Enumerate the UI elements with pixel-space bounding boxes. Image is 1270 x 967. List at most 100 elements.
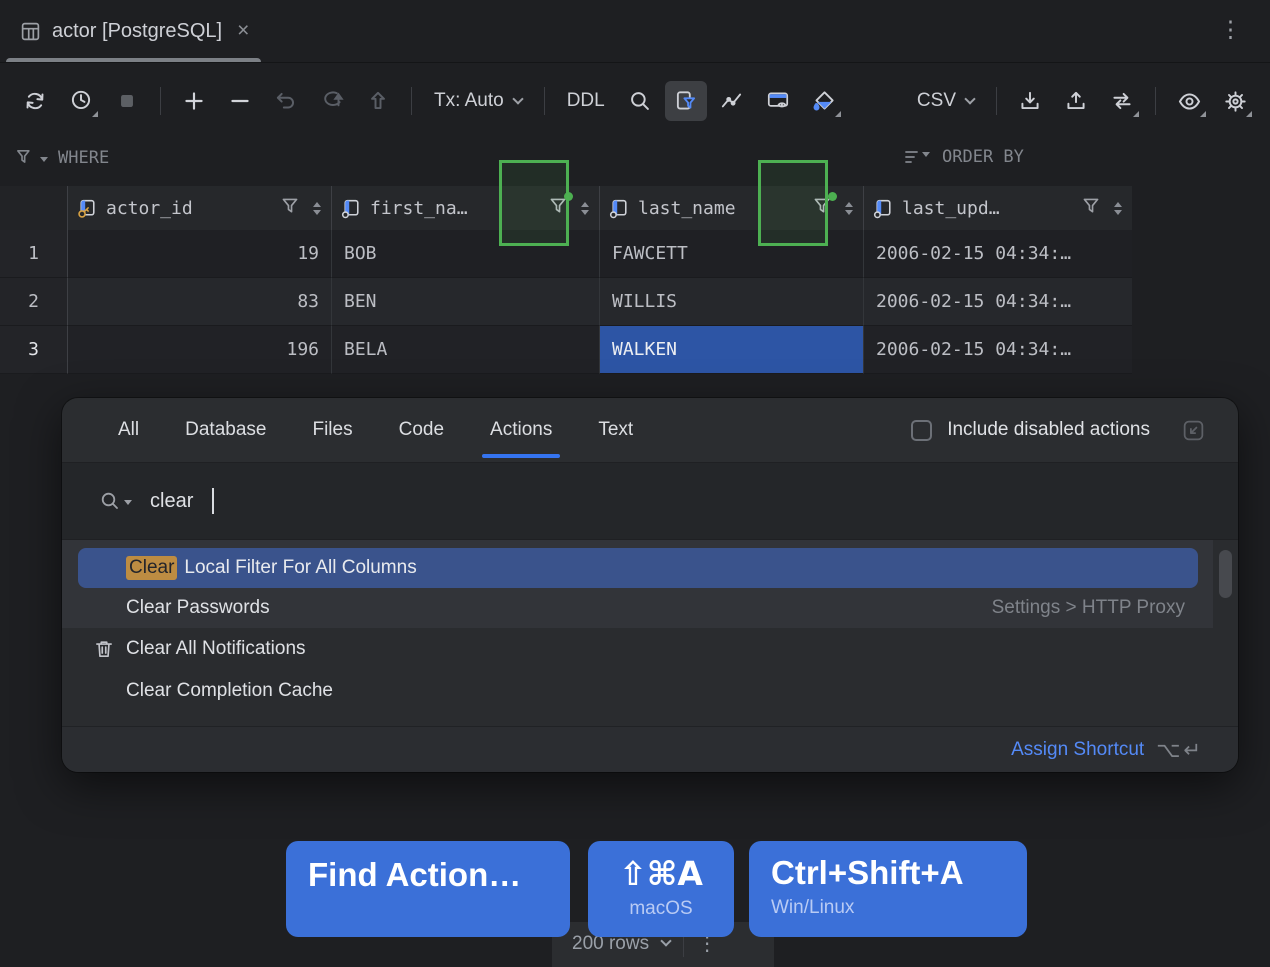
delete-row-button[interactable]: [219, 81, 261, 121]
cell-last-name-selected[interactable]: WALKEN: [600, 326, 864, 374]
text-caret: [212, 488, 214, 514]
sort-down-icon: [1114, 210, 1122, 215]
result-item[interactable]: Clear Passwords Settings > HTTP Proxy: [62, 588, 1213, 628]
tab-label: Files: [312, 419, 352, 441]
mac-shortcut-badge: ⇧⌘A macOS: [588, 841, 734, 937]
window-menu-kebab-icon[interactable]: ⋮: [1219, 16, 1242, 43]
tab-actions-active[interactable]: Actions: [490, 398, 552, 462]
search-with-history-icon: [98, 489, 132, 513]
action-search-input[interactable]: clear: [62, 462, 1238, 539]
tab-all[interactable]: All: [118, 398, 139, 462]
download-icon: [1017, 88, 1043, 114]
cell-last-name[interactable]: WILLIS: [600, 278, 864, 326]
sort-lines-icon: [903, 147, 930, 167]
filter-icon: [14, 147, 36, 169]
where-filter-field[interactable]: WHERE: [14, 147, 109, 169]
clock-history-icon: [68, 88, 94, 114]
color-settings-button[interactable]: [803, 81, 845, 121]
toolbar-divider: [544, 87, 545, 115]
grid-corner-cell[interactable]: [0, 186, 68, 230]
add-row-button[interactable]: [173, 81, 215, 121]
tab-code[interactable]: Code: [399, 398, 444, 462]
revert-changes-button[interactable]: [265, 81, 307, 121]
primary-key-column-icon: [76, 197, 99, 220]
sort-toggle[interactable]: [1114, 202, 1122, 215]
where-label: WHERE: [58, 148, 109, 168]
editor-tab-bar: actor [PostgreSQL] × ⋮: [0, 0, 1270, 63]
cell-last-update[interactable]: 2006-02-15 04:34:…: [864, 278, 1132, 326]
toolbar-divider: [996, 87, 997, 115]
row-number[interactable]: 2: [0, 278, 68, 326]
query-history-button[interactable]: [60, 81, 102, 121]
stop-button[interactable]: [106, 81, 148, 121]
sort-toggle[interactable]: [845, 202, 853, 215]
search-input-value: clear: [150, 490, 193, 513]
annotation-box-first-name-filter: [499, 160, 569, 246]
import-data-button[interactable]: [1055, 81, 1097, 121]
gear-icon: [1222, 88, 1249, 115]
cell-actor-id[interactable]: 83: [68, 278, 332, 326]
export-data-button[interactable]: [1009, 81, 1051, 121]
cell-last-update[interactable]: 2006-02-15 04:34:…: [864, 326, 1132, 374]
result-label: Clear Completion Cache: [126, 680, 333, 702]
sort-toggle[interactable]: [581, 202, 589, 215]
order-by-field[interactable]: ORDER BY: [903, 147, 1024, 167]
cell-last-update[interactable]: 2006-02-15 04:34:…: [864, 230, 1132, 278]
commit-arrow-icon: [319, 88, 345, 114]
tab-close-icon[interactable]: ×: [237, 19, 249, 43]
statistics-button[interactable]: [711, 81, 753, 121]
sort-down-icon: [581, 210, 589, 215]
view-mode-button[interactable]: [1168, 81, 1210, 121]
column-name: last_upd…: [902, 198, 1000, 219]
cell-first-name[interactable]: BEN: [332, 278, 600, 326]
column-header-actor-id[interactable]: actor_id: [68, 186, 332, 230]
chevron-down-icon: [40, 157, 48, 162]
ddl-label: DDL: [567, 90, 605, 112]
tab-title: actor [PostgreSQL]: [52, 20, 222, 43]
export-format-label: CSV: [917, 90, 956, 112]
table-row: 2 83 BEN WILLIS 2006-02-15 04:34:…: [0, 278, 1132, 326]
column-header-last-update[interactable]: last_upd…: [864, 186, 1132, 230]
row-number[interactable]: 3: [0, 326, 68, 374]
column-name: last_name: [638, 198, 736, 219]
cell-actor-id[interactable]: 19: [68, 230, 332, 278]
cell-actor-id[interactable]: 196: [68, 326, 332, 374]
result-item[interactable]: Clear All Notifications: [62, 628, 1238, 670]
tab-actor-postgresql[interactable]: actor [PostgreSQL] ×: [0, 0, 267, 62]
submit-button[interactable]: [357, 81, 399, 121]
compare-button[interactable]: [1101, 81, 1143, 121]
column-filter-icon[interactable]: [279, 195, 301, 222]
sort-up-icon: [1114, 202, 1122, 207]
result-label: Clear All Notifications: [126, 638, 306, 660]
sort-toggle[interactable]: [313, 202, 321, 215]
tab-database[interactable]: Database: [185, 398, 266, 462]
view-options-button[interactable]: [757, 81, 799, 121]
cell-first-name[interactable]: BELA: [332, 326, 600, 374]
mac-shortcut-label: macOS: [588, 898, 734, 920]
result-item-selected[interactable]: Clear Local Filter For All Columns: [78, 548, 1198, 588]
settings-button[interactable]: [1214, 81, 1256, 121]
tab-files[interactable]: Files: [312, 398, 352, 462]
tx-mode-dropdown[interactable]: Tx: Auto: [424, 90, 532, 112]
result-item[interactable]: Clear Completion Cache: [62, 670, 1238, 712]
export-format-dropdown[interactable]: CSV: [907, 90, 984, 112]
row-number[interactable]: 1: [0, 230, 68, 278]
win-shortcut-keys: Ctrl+Shift+A: [771, 854, 1027, 892]
chevron-down-icon: [922, 152, 930, 157]
toolbar-divider: [1155, 87, 1156, 115]
ddl-button[interactable]: DDL: [557, 90, 615, 112]
column-filter-icon[interactable]: [1080, 195, 1102, 222]
search-icon: [627, 88, 653, 114]
include-disabled-checkbox[interactable]: [911, 420, 932, 441]
assign-shortcut-link[interactable]: Assign Shortcut: [1011, 739, 1144, 761]
reload-data-button[interactable]: [14, 81, 56, 121]
open-in-tool-window-button[interactable]: [1181, 418, 1206, 443]
tab-text[interactable]: Text: [598, 398, 633, 462]
toolbar-divider: [160, 87, 161, 115]
chevron-down-icon: [512, 93, 523, 104]
submit-reload-button[interactable]: [311, 81, 353, 121]
scrollbar-thumb[interactable]: [1219, 550, 1232, 598]
column-filter-button[interactable]: [665, 81, 707, 121]
chevron-down-icon: [964, 93, 975, 104]
find-button[interactable]: [619, 81, 661, 121]
